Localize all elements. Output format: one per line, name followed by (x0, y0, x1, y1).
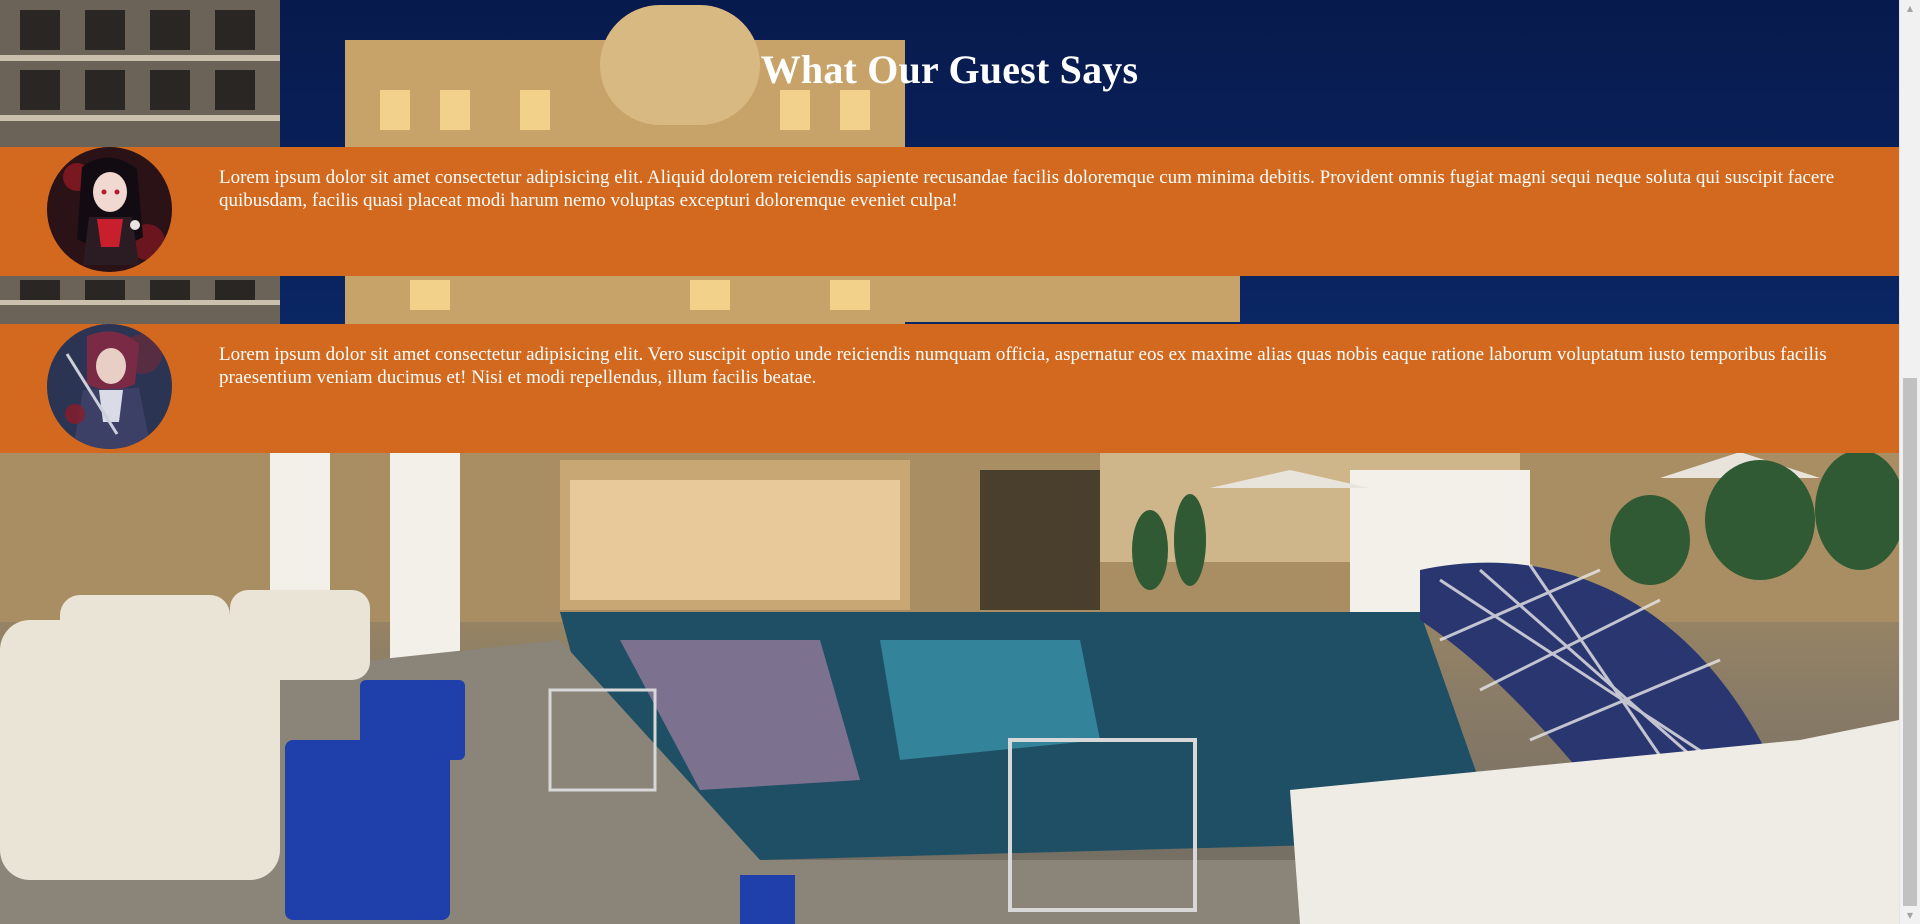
scroll-thumb[interactable] (1903, 378, 1917, 906)
testimonial-card: Lorem ipsum dolor sit amet consectetur a… (0, 147, 1899, 276)
testimonial-card: Lorem ipsum dolor sit amet consectetur a… (0, 324, 1899, 453)
page-scrollbar[interactable]: ▲ ▼ (1899, 0, 1920, 924)
guest-avatar (47, 147, 172, 272)
page: What Our Guest Says Lorem ipsum dolor si… (0, 0, 1920, 924)
scroll-down-icon[interactable]: ▼ (1900, 907, 1920, 924)
hotel-background-image (0, 0, 1899, 924)
guest-avatar (47, 324, 172, 449)
section-title: What Our Guest Says (760, 47, 1139, 92)
testimonial-text: Lorem ipsum dolor sit amet consectetur a… (219, 344, 1827, 388)
testimonial-text: Lorem ipsum dolor sit amet consectetur a… (219, 167, 1835, 211)
scroll-up-icon[interactable]: ▲ (1900, 0, 1920, 17)
